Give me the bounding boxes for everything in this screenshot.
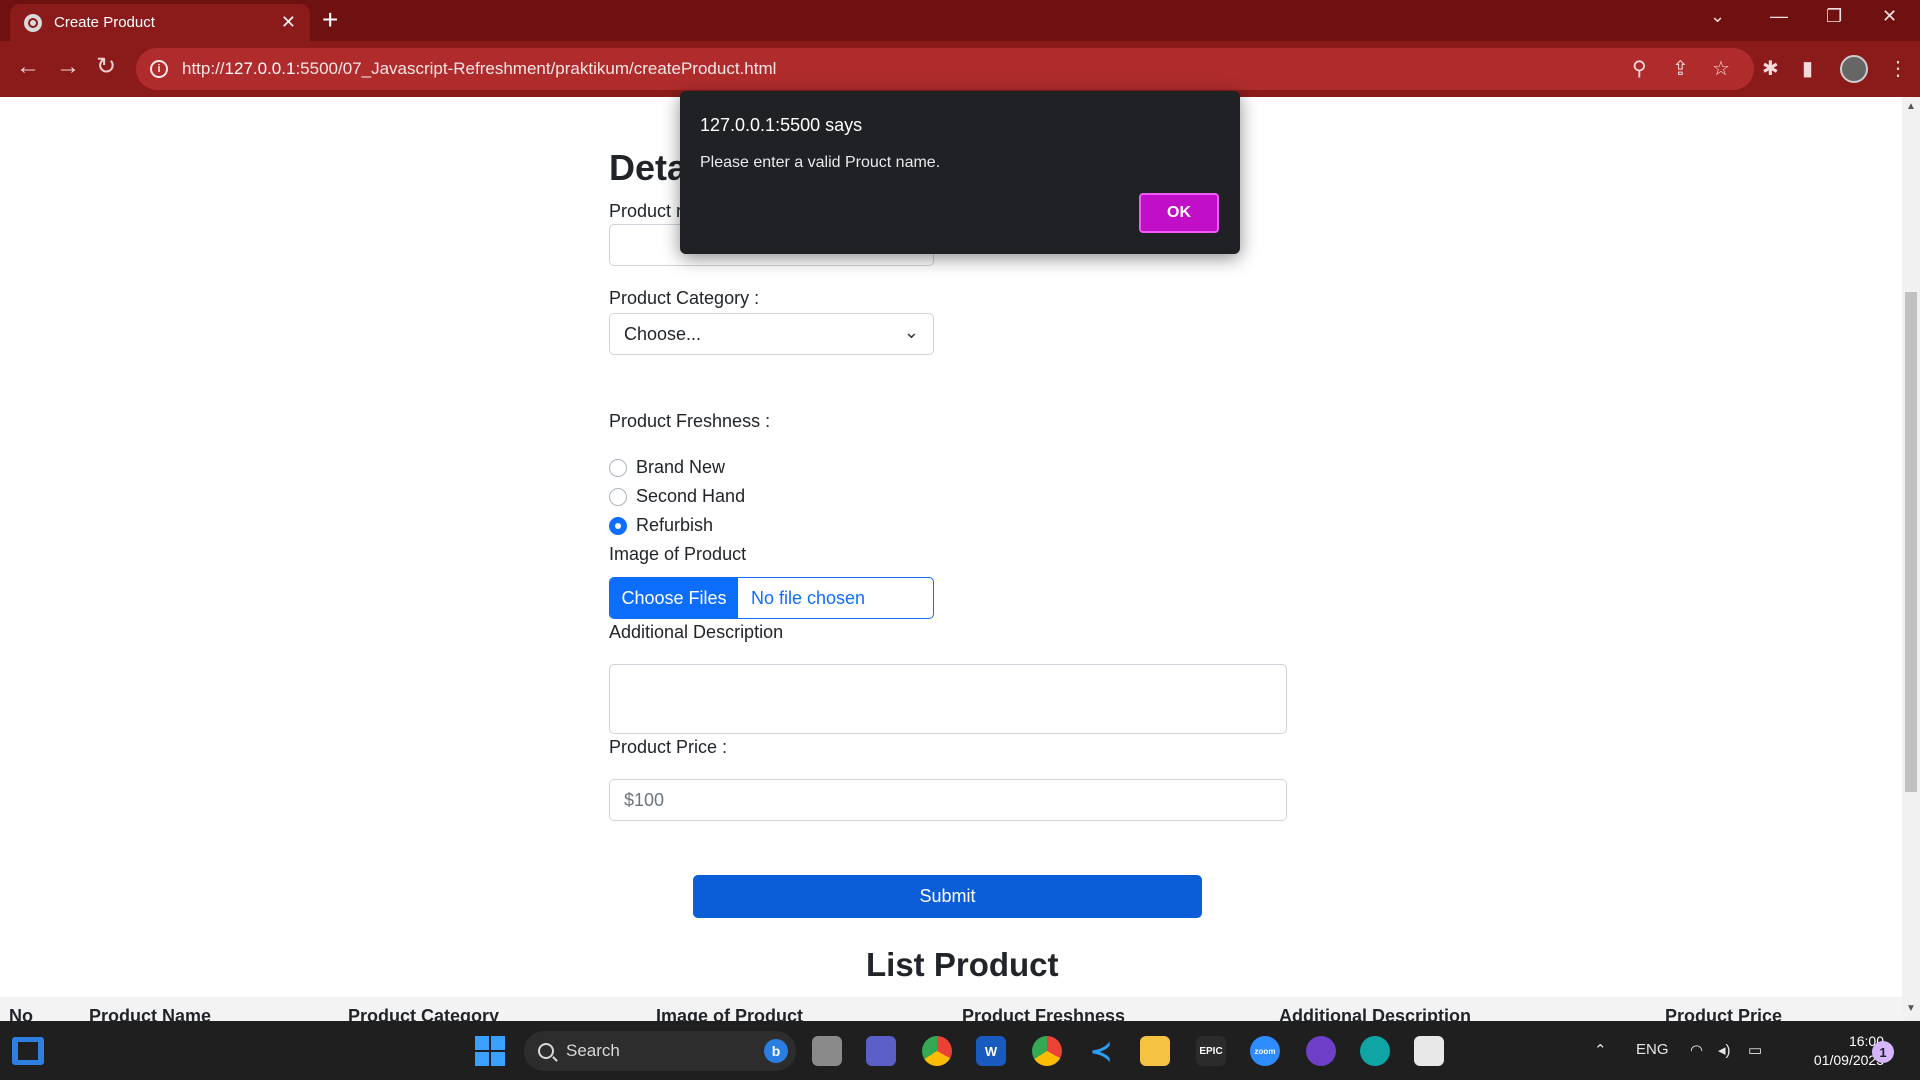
chat-icon[interactable] (866, 1036, 896, 1066)
column-header: Product Freshness (962, 1006, 1126, 1021)
radio-label: Refurbish (636, 515, 714, 535)
submit-button[interactable]: Submit (693, 875, 1202, 918)
column-header: Image of Product (656, 1006, 804, 1021)
vscode-icon[interactable]: ≺ (1086, 1036, 1116, 1066)
list-heading: List Product (866, 946, 1059, 983)
tab-close-icon[interactable]: ✕ (281, 12, 296, 33)
radio-button-checked[interactable] (609, 516, 627, 535)
browser-tab[interactable]: Create Product ✕ (10, 4, 310, 41)
zoom-app-icon[interactable]: zoom (1250, 1036, 1280, 1066)
radio-label: Second Hand (636, 486, 746, 506)
back-icon[interactable]: ← (16, 55, 40, 79)
wifi-icon[interactable]: ◠ (1690, 1041, 1703, 1059)
extensions-icon[interactable]: ✱ (1762, 56, 1779, 81)
edge-icon[interactable] (1360, 1036, 1390, 1066)
scroll-down-icon[interactable]: ▼ (1906, 1003, 1916, 1014)
scroll-up-icon[interactable]: ▲ (1906, 101, 1916, 112)
side-panel-icon[interactable]: ▮ (1802, 56, 1813, 81)
column-header: Product Name (89, 1006, 212, 1021)
category-select[interactable]: Choose... ⌄ (609, 313, 934, 355)
radio-button[interactable] (609, 458, 627, 477)
notification-badge[interactable]: 1 (1872, 1041, 1894, 1063)
url-prefix: http:// (182, 59, 225, 78)
chevron-up-icon[interactable]: ⌃ (1594, 1041, 1607, 1059)
screen: Create Product ✕ + ⌄ — ❐ ✕ ← → ↻ i http:… (0, 0, 1920, 1080)
menu-icon[interactable]: ⋮ (1888, 56, 1908, 81)
scroll-thumb[interactable] (1905, 292, 1917, 792)
price-label: Product Price : (609, 737, 728, 757)
close-window-icon[interactable]: ✕ (1882, 6, 1897, 27)
file-status: No file chosen (751, 587, 866, 608)
column-header: No (9, 1006, 33, 1021)
url-path: :5500/07_Javascript-Refreshment/praktiku… (295, 59, 777, 78)
profile-avatar[interactable] (1840, 55, 1868, 83)
bing-icon[interactable]: b (764, 1039, 788, 1063)
browser-tab-bar: Create Product ✕ + ⌄ — ❐ ✕ (0, 0, 1920, 41)
clock[interactable]: 16:00 01/09/2023 (1780, 1032, 1884, 1070)
github-icon[interactable] (1306, 1036, 1336, 1066)
chrome-profile-icon[interactable] (1032, 1036, 1062, 1066)
choose-files-button[interactable]: Choose Files (610, 578, 738, 618)
product-name-label: Product r (609, 201, 683, 221)
word-icon[interactable]: W (976, 1036, 1006, 1066)
folder-icon[interactable] (1140, 1036, 1170, 1066)
category-value: Choose... (624, 323, 702, 344)
epic-games-icon[interactable]: EPIC (1196, 1036, 1226, 1066)
dialog-title: 127.0.0.1:5500 says (700, 115, 863, 135)
image-label: Image of Product (609, 544, 747, 564)
snipping-tool-icon[interactable] (1414, 1036, 1444, 1066)
clock-date: 01/09/2023 (1813, 1052, 1884, 1068)
freshness-label: Product Freshness : (609, 411, 771, 431)
description-textarea[interactable] (609, 664, 1287, 734)
tab-title: Create Product (54, 14, 155, 31)
url-host: 127.0.0.1 (224, 59, 296, 78)
zoom-icon[interactable]: ⚲ (1632, 56, 1647, 81)
globe-icon (24, 13, 42, 32)
radio-label: Brand New (636, 457, 726, 477)
column-header: Additional Description (1279, 1006, 1472, 1021)
radio-second-hand[interactable]: Second Hand (609, 486, 745, 507)
tab-search-icon[interactable]: ⌄ (1710, 6, 1725, 27)
column-header: Product Price (1665, 1006, 1783, 1021)
widgets-icon[interactable] (12, 1037, 44, 1065)
task-view-icon[interactable] (812, 1036, 842, 1066)
chrome-icon[interactable] (922, 1036, 952, 1066)
site-info-icon[interactable]: i (150, 60, 168, 78)
radio-brand-new[interactable]: Brand New (609, 457, 725, 478)
language-indicator[interactable]: ENG (1636, 1041, 1669, 1058)
search-label: Search (566, 1041, 620, 1060)
taskbar-search[interactable]: Search b (524, 1031, 796, 1071)
restore-icon[interactable]: ❐ (1826, 6, 1842, 27)
form-heading: Deta (609, 147, 688, 188)
page-scrollbar[interactable]: ▲ ▼ (1902, 97, 1920, 1021)
windows-start-icon[interactable] (475, 1036, 505, 1066)
file-input[interactable]: Choose Files No file chosen (609, 577, 934, 619)
table-header (0, 997, 1902, 1021)
price-placeholder: $100 (624, 789, 665, 810)
taskbar: Search b W ≺ EPIC zoom ⌃ ENG ◠ ◂) ▭ 16:0… (0, 1021, 1920, 1080)
radio-refurbish[interactable]: Refurbish (609, 515, 713, 536)
address-bar[interactable]: i http://127.0.0.1:5500/07_Javascript-Re… (136, 48, 1754, 90)
price-input[interactable]: $100 (609, 779, 1287, 821)
alert-dialog: 127.0.0.1:5500 says Please enter a valid… (680, 91, 1240, 254)
category-label: Product Category : (609, 288, 760, 308)
clock-time: 16:00 (1848, 1033, 1884, 1049)
chevron-down-icon: ⌄ (903, 322, 919, 342)
dialog-message: Please enter a valid Prouct name. (700, 154, 941, 171)
volume-icon[interactable]: ◂) (1718, 1041, 1731, 1059)
radio-button[interactable] (609, 487, 627, 506)
forward-icon[interactable]: → (56, 55, 80, 79)
reload-icon[interactable]: ↻ (96, 55, 116, 79)
battery-icon[interactable]: ▭ (1748, 1041, 1762, 1059)
minimize-icon[interactable]: — (1770, 6, 1788, 27)
bookmark-star-icon[interactable]: ☆ (1712, 56, 1730, 81)
share-icon[interactable]: ⇪ (1672, 56, 1689, 81)
description-label: Additional Description (609, 622, 784, 642)
search-icon (538, 1043, 554, 1059)
ok-button[interactable]: OK (1139, 193, 1219, 233)
column-header: Product Category (348, 1006, 500, 1021)
new-tab-button[interactable]: + (322, 6, 338, 34)
